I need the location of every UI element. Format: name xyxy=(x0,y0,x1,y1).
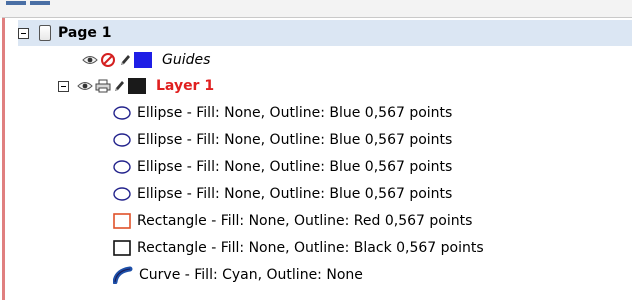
toolbar-strip xyxy=(0,0,632,18)
pencil-icon[interactable] xyxy=(119,53,131,67)
printer-icon[interactable] xyxy=(95,79,111,93)
object-label: Curve - Fill: Cyan, Outline: None xyxy=(139,267,363,283)
page-icon xyxy=(39,25,51,41)
tree-row-object[interactable]: Curve - Fill: Cyan, Outline: None xyxy=(113,262,363,288)
tree-row-object[interactable]: Rectangle - Fill: None, Outline: Black 0… xyxy=(113,235,484,261)
guides-color-swatch[interactable] xyxy=(134,52,152,68)
print-disabled-icon[interactable] xyxy=(100,52,116,68)
curve-icon xyxy=(113,266,133,284)
tree-row-object[interactable]: Ellipse - Fill: None, Outline: Blue 0,56… xyxy=(113,127,452,153)
guides-label: Guides xyxy=(162,52,211,68)
tree-row-guides[interactable]: Guides xyxy=(82,47,210,73)
panel-border-left xyxy=(2,18,5,300)
collapse-toggle-page[interactable] xyxy=(18,27,29,39)
object-label: Ellipse - Fill: None, Outline: Blue 0,56… xyxy=(137,132,453,148)
tree-row-object[interactable]: Rectangle - Fill: None, Outline: Red 0,5… xyxy=(113,208,472,234)
object-label: Ellipse - Fill: None, Outline: Blue 0,56… xyxy=(137,159,453,175)
object-label: Ellipse - Fill: None, Outline: Blue 0,56… xyxy=(137,105,453,121)
eye-icon[interactable] xyxy=(82,53,98,67)
layer-label: Layer 1 xyxy=(156,78,215,94)
tree-row-object[interactable]: Ellipse - Fill: None, Outline: Blue 0,56… xyxy=(113,181,452,207)
ellipse-icon xyxy=(113,187,131,201)
eye-icon[interactable] xyxy=(77,79,93,93)
pencil-icon[interactable] xyxy=(113,79,125,93)
ellipse-icon xyxy=(113,160,131,174)
toolbar-tab-marker xyxy=(30,1,50,5)
object-label: Ellipse - Fill: None, Outline: Blue 0,56… xyxy=(137,186,453,202)
tree-row-object[interactable]: Ellipse - Fill: None, Outline: Blue 0,56… xyxy=(113,154,452,180)
toolbar-tab-marker xyxy=(6,1,26,5)
object-label: Rectangle - Fill: None, Outline: Red 0,5… xyxy=(137,213,473,229)
panel-border-top xyxy=(2,17,632,18)
tree-row-object[interactable]: Ellipse - Fill: None, Outline: Blue 0,56… xyxy=(113,100,452,126)
layer-color-swatch[interactable] xyxy=(128,78,146,94)
page-label: Page 1 xyxy=(58,25,112,41)
object-label: Rectangle - Fill: None, Outline: Black 0… xyxy=(137,240,484,256)
tree-row-page[interactable]: Page 1 xyxy=(18,20,632,46)
tree-row-layer[interactable]: Layer 1 xyxy=(58,73,214,99)
ellipse-icon xyxy=(113,133,131,147)
rectangle-red-icon xyxy=(113,213,131,229)
ellipse-icon xyxy=(113,106,131,120)
rectangle-black-icon xyxy=(113,240,131,256)
collapse-toggle-layer[interactable] xyxy=(58,80,69,92)
